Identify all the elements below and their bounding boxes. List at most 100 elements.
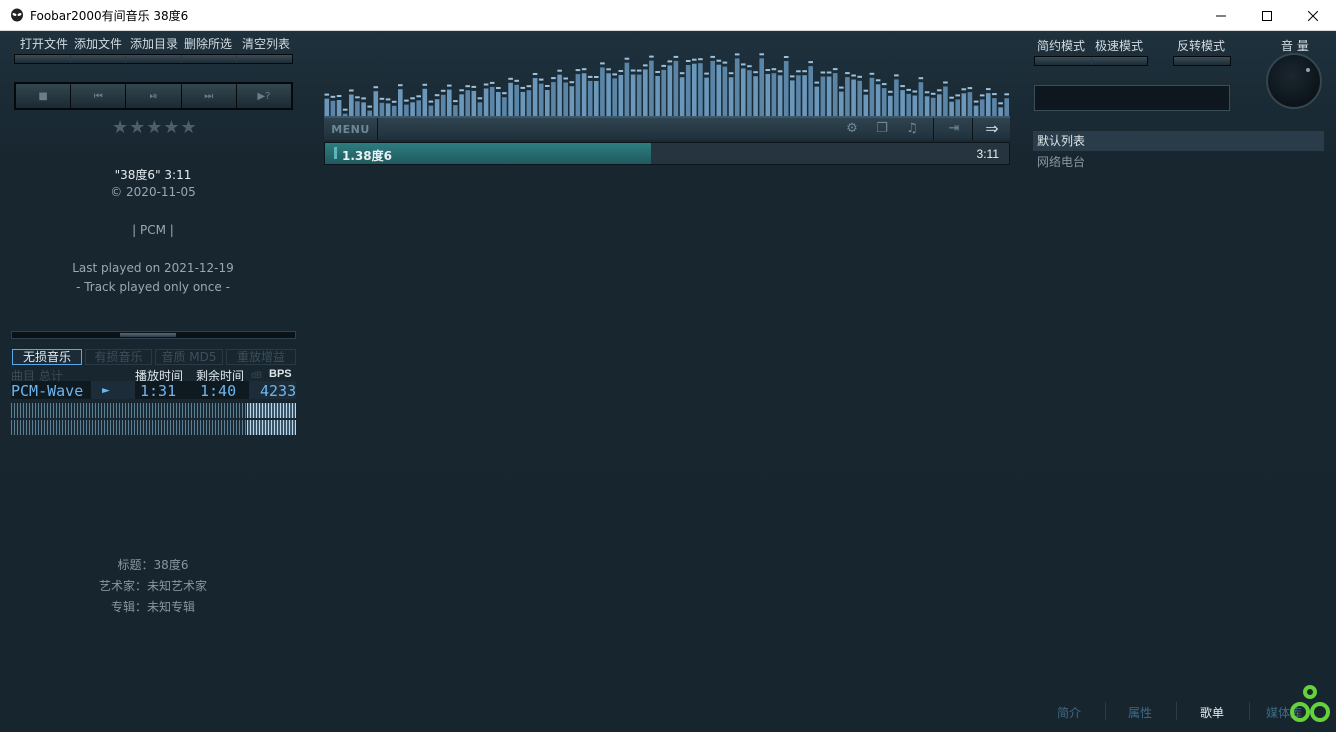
spectrum-bar	[324, 98, 330, 119]
spectrum-peak	[679, 72, 685, 75]
window-icon[interactable]: ❐	[875, 122, 889, 136]
center-toolbar: MENU ⚙ ❐ ♫ ⇥ ⇒	[324, 117, 1010, 140]
tab-playlist[interactable]: 歌单	[1200, 704, 1224, 721]
add-file-button[interactable]: 添加文件	[74, 35, 122, 52]
tab-md5[interactable]: 音质 MD5	[155, 349, 223, 365]
format-value: PCM-Wave	[11, 382, 84, 400]
spectrum-bar	[826, 76, 832, 119]
spectrum-bar	[673, 60, 679, 119]
spectrum-peak	[385, 98, 391, 101]
spectrum-peak	[783, 56, 789, 58]
spectrum-peak	[594, 76, 599, 78]
now-playing-bar[interactable]: 1.38度6 3:11	[324, 142, 1010, 165]
spectrum-bar	[422, 88, 428, 119]
spectrum-peak	[465, 85, 470, 88]
spectrum-bar	[594, 81, 599, 119]
spectrum-bar	[875, 84, 881, 119]
volume-knob[interactable]	[1266, 53, 1322, 109]
spectrum-bar	[790, 80, 795, 119]
spectrum-peak	[379, 97, 385, 100]
playlist-item-radio[interactable]: 网络电台	[1033, 152, 1324, 172]
spectrum-bar	[924, 96, 930, 119]
add-folder-button[interactable]: 添加目录	[130, 35, 178, 52]
spectrum-bar	[845, 77, 850, 119]
brand-logo-icon	[1290, 685, 1330, 722]
waveform-left	[11, 403, 296, 418]
playlist-item-default[interactable]: 默认列表	[1033, 131, 1324, 151]
tab-lossless[interactable]: 无损音乐	[12, 349, 82, 365]
spectrum-peak	[894, 74, 899, 77]
spectrum-bar	[440, 94, 446, 119]
spectrum-bar	[943, 86, 948, 119]
play-pause-button[interactable]: ⏯	[126, 84, 181, 108]
spectrum-bar	[630, 74, 636, 119]
spectrum-peak	[661, 64, 666, 67]
stop-button[interactable]: ■	[16, 84, 71, 108]
tab-properties[interactable]: 属性	[1128, 704, 1152, 721]
spectrum-peak	[771, 68, 777, 71]
delete-selected-button[interactable]: 删除所选	[184, 35, 232, 52]
spectrum-bar	[373, 91, 379, 119]
open-file-button[interactable]: 打开文件	[20, 35, 68, 52]
spectrum-bar	[937, 94, 942, 119]
balance-slider[interactable]	[11, 331, 296, 339]
spectrum-bar	[471, 90, 477, 119]
login-icon[interactable]: ⇥	[947, 122, 961, 136]
spectrum-bar	[783, 61, 789, 119]
spectrum-bar	[496, 92, 501, 119]
now-playing-time: 3:11	[976, 147, 999, 161]
spectrum-peak	[349, 89, 354, 92]
spectrum-bar	[704, 77, 709, 119]
spectrum-bar	[514, 84, 519, 119]
spectrum-peak	[471, 85, 477, 88]
elapsed-value: 1:31	[140, 382, 177, 400]
clear-list-button[interactable]: 清空列表	[242, 35, 290, 52]
menu-button[interactable]: MENU	[324, 118, 378, 140]
tab-intro[interactable]: 简介	[1057, 704, 1081, 721]
spectrum-peak	[753, 71, 758, 74]
rating-stars[interactable]: ★★★★★	[112, 117, 198, 138]
maximize-button[interactable]	[1244, 0, 1290, 31]
spectrum-bar	[839, 91, 844, 119]
spectrum-bar	[888, 95, 893, 119]
arrow-right-icon[interactable]: ⇒	[982, 121, 1002, 137]
spectrum-peak	[826, 71, 832, 74]
spectrum-bar	[777, 75, 783, 119]
spectrum-bar	[459, 94, 464, 119]
invert-mode-button[interactable]: 反转模式	[1177, 37, 1225, 54]
tab-replaygain[interactable]: 重放增益	[226, 349, 296, 365]
music-note-icon[interactable]: ♫	[905, 122, 919, 136]
close-button[interactable]	[1290, 0, 1336, 31]
minimize-button[interactable]	[1198, 0, 1244, 31]
spectrum-peak	[440, 89, 446, 92]
spectrum-peak	[973, 100, 979, 103]
spectrum-peak	[373, 86, 379, 89]
gear-icon[interactable]: ⚙	[845, 122, 859, 136]
spectrum-peak	[520, 86, 526, 89]
slider-handle[interactable]	[120, 333, 176, 337]
spectrum-peak	[342, 108, 348, 111]
fast-mode-button[interactable]: 极速模式	[1095, 37, 1143, 54]
spectrum-bar	[667, 65, 673, 119]
spectrum-bar	[814, 86, 820, 119]
spectrum-bar	[465, 90, 470, 119]
next-button[interactable]: ⏭	[181, 84, 236, 108]
spectrum-bar	[489, 86, 495, 119]
simple-mode-button[interactable]: 简约模式	[1037, 37, 1085, 54]
spectrum-peak	[404, 99, 409, 102]
previous-button[interactable]: ⏮	[71, 84, 126, 108]
spectrum-bar	[930, 97, 936, 119]
spectrum-visualizer	[324, 53, 1010, 119]
spectrum-peak	[881, 83, 887, 86]
spectrum-peak	[961, 88, 967, 91]
tab-lossy[interactable]: 有损音乐	[85, 349, 152, 365]
spectrum-bar	[447, 89, 452, 119]
play-pause-icon: ⏯	[149, 90, 158, 102]
spectrum-peak	[636, 69, 642, 72]
spectrum-peak	[673, 55, 679, 58]
track-codec: | PCM |	[132, 223, 174, 237]
spectrum-bar	[587, 80, 593, 119]
search-input[interactable]	[1034, 85, 1230, 111]
random-button[interactable]: ▶?	[236, 84, 292, 108]
spectrum-peak	[575, 69, 581, 72]
